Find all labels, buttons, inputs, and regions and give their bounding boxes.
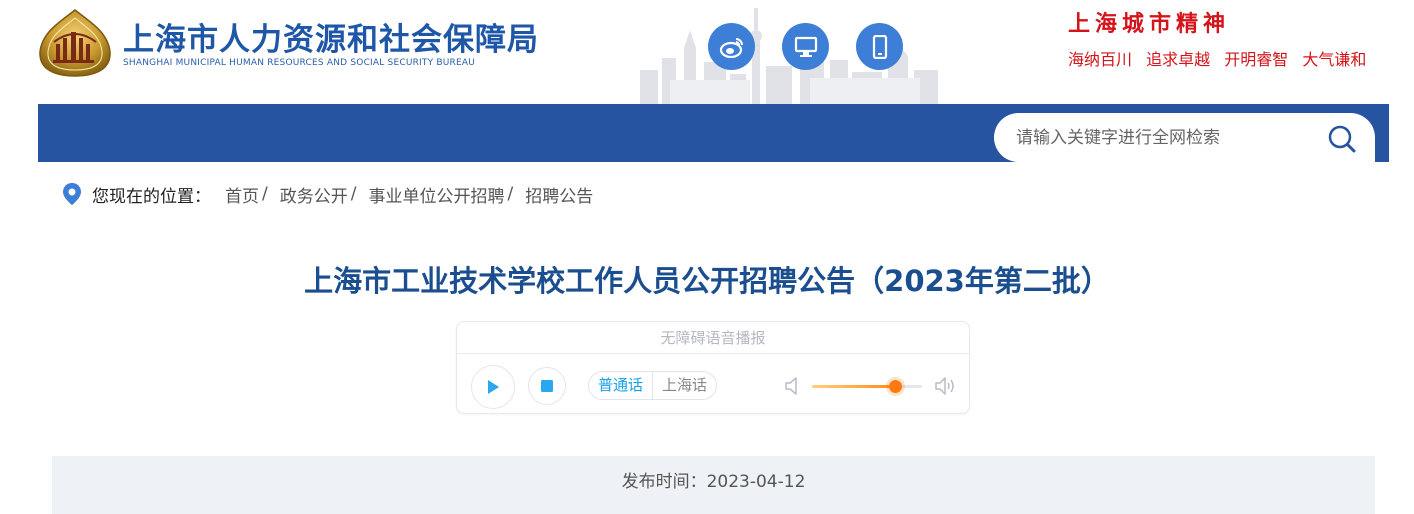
volume-slider-fill — [812, 385, 895, 388]
site-header: 上海市人力资源和社会保障局 SHANGHAI MUNICIPAL HUMAN R… — [0, 0, 1414, 104]
volume-high-icon[interactable] — [934, 376, 956, 396]
language-mandarin[interactable]: 普通话 — [589, 372, 652, 399]
mobile-icon — [872, 34, 887, 59]
breadcrumb: 您现在的位置： 首页 / 政务公开 / 事业单位公开招聘 / 招聘公告 — [62, 181, 593, 207]
volume-slider[interactable] — [812, 380, 922, 393]
slogan-item: 追求卓越 — [1146, 50, 1211, 69]
city-spirit-slogan: 海纳百川 追求卓越 开明睿智 大气谦和 — [1068, 46, 1366, 70]
bureau-emblem-icon[interactable] — [38, 8, 112, 78]
weibo-icon — [719, 37, 743, 58]
slogan-item: 大气谦和 — [1302, 50, 1367, 69]
breadcrumb-recruitment-notice[interactable]: 招聘公告 — [525, 182, 593, 207]
breadcrumb-separator: / — [350, 184, 357, 204]
publish-info-bar: 发布时间：2023-04-12 — [52, 456, 1375, 514]
breadcrumb-separator: / — [262, 184, 268, 204]
breadcrumb-government-affairs[interactable]: 政务公开 — [280, 182, 348, 207]
location-label: 您现在的位置： — [92, 186, 211, 207]
player-title: 无障碍语音播报 — [457, 322, 969, 354]
stop-button[interactable] — [528, 367, 566, 405]
site-name[interactable]: 上海市人力资源和社会保障局 — [123, 14, 539, 59]
desktop-icon — [794, 36, 817, 57]
weibo-button[interactable] — [708, 23, 755, 70]
site-name-english: SHANGHAI MUNICIPAL HUMAN RESOURCES AND S… — [123, 58, 476, 68]
play-icon — [488, 380, 499, 394]
publish-date-label: 发布时间： — [621, 472, 707, 492]
breadcrumb-home[interactable]: 首页 — [225, 182, 259, 207]
stop-icon — [541, 380, 553, 392]
mobile-site-button[interactable] — [856, 23, 903, 70]
article-title: 上海市工业技术学校工作人员公开招聘公告（2023年第二批） — [304, 264, 1110, 298]
volume-low-icon[interactable] — [784, 377, 800, 395]
slogan-item: 开明睿智 — [1224, 50, 1289, 69]
language-shanghainese[interactable]: 上海话 — [652, 372, 716, 399]
language-switch: 普通话 上海话 — [588, 371, 718, 400]
breadcrumb-separator: / — [507, 184, 514, 204]
publish-date: 2023-04-12 — [706, 472, 806, 492]
search-icon[interactable] — [1327, 124, 1357, 154]
search-box — [994, 113, 1375, 162]
location-pin-icon — [63, 183, 81, 205]
play-button[interactable] — [471, 365, 515, 409]
slogan-item: 海纳百川 — [1068, 50, 1133, 69]
desktop-site-button[interactable] — [782, 23, 829, 70]
volume-slider-handle[interactable] — [888, 380, 902, 393]
city-spirit-title: 上海城市精神 — [1068, 11, 1231, 37]
breadcrumb-public-institution-recruitment[interactable]: 事业单位公开招聘 — [368, 182, 504, 207]
voice-broadcast-player: 无障碍语音播报 普通话 上海话 — [456, 321, 970, 414]
main-nav-bar — [38, 104, 1389, 162]
search-input[interactable] — [1016, 125, 1306, 151]
